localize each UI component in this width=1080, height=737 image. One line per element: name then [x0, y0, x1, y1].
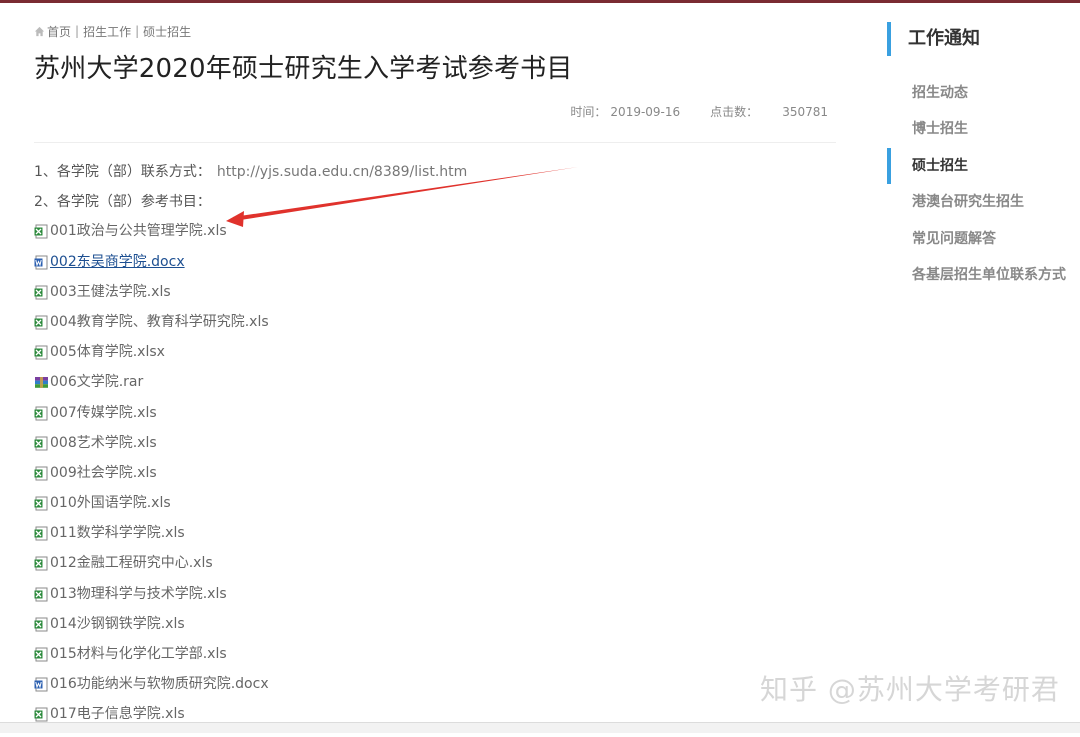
article-body: 1、各学院（部）联系方式： http://yjs.suda.edu.cn/8389… [34, 163, 836, 737]
excel-file-icon [34, 587, 48, 602]
excel-file-icon [34, 466, 48, 481]
breadcrumb-separator: | [135, 24, 140, 38]
excel-file-icon [34, 436, 48, 451]
list-item: 007传媒学院.xls [34, 405, 836, 435]
list-item: 006文学院.rar [34, 374, 836, 404]
list-item: 008艺术学院.xls [34, 435, 836, 465]
contact-label: 1、各学院（部）联系方式： [34, 164, 211, 180]
file-link[interactable]: 011数学科学学院.xls [50, 525, 185, 542]
file-list: 001政治与公共管理学院.xls 002东吴商学院.docx 003王健法学院.… [34, 223, 836, 736]
excel-file-icon [34, 617, 48, 632]
time-label: 时间： [570, 105, 607, 119]
article-meta: 时间： 2019-09-16 点击数： 350781 [34, 103, 836, 120]
file-link[interactable]: 009社会学院.xls [50, 465, 157, 482]
sidebar-item-faq[interactable]: 常见问题解答 [887, 221, 1080, 257]
contact-line: 1、各学院（部）联系方式： http://yjs.suda.edu.cn/8389… [34, 163, 836, 193]
file-link[interactable]: 001政治与公共管理学院.xls [50, 223, 227, 240]
list-item: 013物理科学与技术学院.xls [34, 586, 836, 616]
sidebar-item-masters[interactable]: 硕士招生 [887, 147, 1080, 185]
list-item: 010外国语学院.xls [34, 495, 836, 525]
excel-file-icon [34, 556, 48, 571]
article: 首页 | 招生工作 | 硕士招生 苏州大学2020年硕士研究生入学考试参考书目 … [34, 22, 836, 737]
list-item: 001政治与公共管理学院.xls [34, 223, 836, 253]
excel-file-icon [34, 647, 48, 662]
watermark: 知乎 @苏州大学考研君 [760, 673, 1060, 706]
word-file-icon [34, 677, 48, 692]
sidebar-item-hk-macau-taiwan[interactable]: 港澳台研究生招生 [887, 184, 1080, 220]
list-item: 016功能纳米与软物质研究院.docx [34, 676, 836, 706]
breadcrumb: 首页 | 招生工作 | 硕士招生 [34, 22, 836, 40]
list-item: 011数学科学学院.xls [34, 525, 836, 555]
sidebar-heading: 工作通知 [887, 22, 1080, 56]
contact-url[interactable]: http://yjs.suda.edu.cn/8389/list.htm [217, 164, 467, 180]
books-label: 2、各学院（部）参考书目： [34, 194, 211, 211]
list-item: 015材料与化学化工学部.xls [34, 646, 836, 676]
file-link[interactable]: 002东吴商学院.docx [50, 254, 185, 271]
excel-file-icon [34, 496, 48, 511]
file-link[interactable]: 014沙钢钢铁学院.xls [50, 616, 185, 633]
file-link[interactable]: 016功能纳米与软物质研究院.docx [50, 676, 269, 693]
word-file-icon [34, 255, 48, 270]
file-link[interactable]: 008艺术学院.xls [50, 435, 157, 452]
file-link[interactable]: 007传媒学院.xls [50, 405, 157, 422]
click-count: 350781 [782, 105, 828, 119]
list-item: 009社会学院.xls [34, 465, 836, 495]
divider [34, 142, 836, 143]
breadcrumb-home[interactable]: 首页 [47, 23, 71, 40]
books-line: 2、各学院（部）参考书目： [34, 193, 836, 223]
sidebar-item-phd[interactable]: 博士招生 [887, 111, 1080, 147]
list-item: 014沙钢钢铁学院.xls [34, 616, 836, 646]
excel-file-icon [34, 707, 48, 722]
file-link[interactable]: 015材料与化学化工学部.xls [50, 646, 227, 663]
sidebar: 工作通知 招生动态 博士招生 硕士招生 港澳台研究生招生 常见问题解答 各基层招… [887, 22, 1080, 293]
file-link[interactable]: 006文学院.rar [50, 374, 143, 391]
excel-file-icon [34, 345, 48, 360]
browser-status-bar [0, 722, 1080, 733]
page-title: 苏州大学2020年硕士研究生入学考试参考书目 [34, 54, 573, 84]
sidebar-nav: 招生动态 博士招生 硕士招生 港澳台研究生招生 常见问题解答 各基层招生单位联系… [887, 75, 1080, 293]
top-accent-bar [0, 0, 1080, 3]
publish-date: 2019-09-16 [610, 105, 681, 119]
excel-file-icon [34, 406, 48, 420]
excel-file-icon [34, 224, 48, 239]
file-link[interactable]: 005体育学院.xlsx [50, 344, 165, 361]
excel-file-icon [34, 285, 48, 300]
file-link[interactable]: 012金融工程研究中心.xls [50, 555, 213, 572]
file-link[interactable]: 013物理科学与技术学院.xls [50, 586, 227, 603]
list-item: 012金融工程研究中心.xls [34, 555, 836, 585]
file-link[interactable]: 003王健法学院.xls [50, 284, 171, 301]
excel-file-icon [34, 315, 48, 330]
breadcrumb-masters[interactable]: 硕士招生 [143, 23, 191, 40]
home-icon [34, 26, 45, 36]
excel-file-icon [34, 526, 48, 541]
sidebar-item-contacts[interactable]: 各基层招生单位联系方式 [887, 257, 1080, 293]
sidebar-item-admission-news[interactable]: 招生动态 [887, 75, 1080, 111]
list-item: 005体育学院.xlsx [34, 344, 836, 374]
list-item: 004教育学院、教育科学研究院.xls [34, 314, 836, 344]
breadcrumb-separator: | [75, 24, 80, 38]
list-item: 003王健法学院.xls [34, 284, 836, 314]
breadcrumb-recruitment[interactable]: 招生工作 [83, 23, 131, 40]
clicks-label: 点击数： [710, 105, 759, 119]
file-link[interactable]: 004教育学院、教育科学研究院.xls [50, 314, 269, 331]
archive-file-icon [35, 377, 48, 389]
list-item: 002东吴商学院.docx [34, 254, 836, 284]
file-link[interactable]: 017电子信息学院.xls [50, 706, 185, 723]
file-link[interactable]: 010外国语学院.xls [50, 495, 171, 512]
